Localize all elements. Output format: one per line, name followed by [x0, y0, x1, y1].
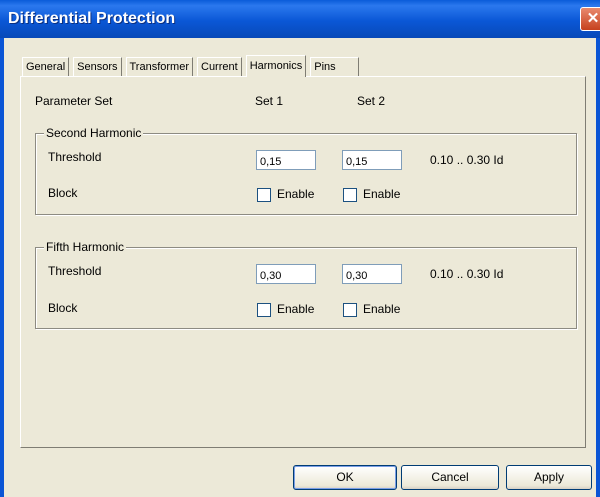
second-harmonic-group: Second Harmonic Threshold 0.10 .. 0.30 I…	[35, 126, 577, 215]
tab-strip: General Sensors Transformer Current Harm…	[22, 54, 363, 77]
tab-transformer[interactable]: Transformer	[125, 57, 193, 76]
fifth-harmonic-threshold-set1[interactable]	[256, 264, 316, 284]
fifth-harmonic-block-set1-checkbox[interactable]	[257, 303, 271, 317]
second-harmonic-legend: Second Harmonic	[44, 126, 144, 140]
second-harmonic-threshold-set2[interactable]	[342, 150, 402, 170]
second-harmonic-threshold-set1[interactable]	[256, 150, 316, 170]
window-border-right	[596, 38, 600, 497]
tab-panel-harmonics: Parameter Set Set 1 Set 2 Second Harmoni…	[20, 76, 586, 448]
fifth-harmonic-block-set2-checkbox[interactable]	[343, 303, 357, 317]
window-title: Differential Protection	[8, 10, 176, 27]
block-label: Block	[48, 301, 78, 315]
set1-header: Set 1	[255, 94, 284, 108]
window-border-left	[0, 38, 4, 497]
fifth-harmonic-range: 0.10 .. 0.30 Id	[430, 267, 504, 281]
threshold-label: Threshold	[48, 264, 102, 278]
enable-label: Enable	[277, 187, 315, 201]
threshold-label: Threshold	[48, 150, 102, 164]
title-bar: Differential Protection ✕	[0, 0, 600, 38]
tab-current[interactable]: Current	[197, 57, 242, 76]
set2-header: Set 2	[357, 94, 386, 108]
enable-label: Enable	[363, 187, 401, 201]
tab-pins[interactable]: Pins	[310, 57, 359, 76]
tab-harmonics[interactable]: Harmonics	[245, 55, 307, 77]
enable-label: Enable	[277, 302, 315, 316]
cancel-button[interactable]: Cancel	[401, 465, 499, 490]
second-harmonic-range: 0.10 .. 0.30 Id	[430, 153, 504, 167]
fifth-harmonic-legend: Fifth Harmonic	[44, 240, 127, 254]
fifth-harmonic-threshold-set2[interactable]	[342, 264, 402, 284]
enable-label: Enable	[363, 302, 401, 316]
parameter-set-label: Parameter Set	[35, 94, 113, 108]
fifth-harmonic-group: Fifth Harmonic Threshold 0.10 .. 0.30 Id…	[35, 240, 577, 329]
close-button[interactable]: ✕	[580, 7, 600, 31]
tab-general[interactable]: General	[22, 57, 70, 76]
block-label: Block	[48, 186, 78, 200]
tab-sensors[interactable]: Sensors	[73, 57, 122, 76]
second-harmonic-block-set2-checkbox[interactable]	[343, 188, 357, 202]
second-harmonic-block-set1-checkbox[interactable]	[257, 188, 271, 202]
apply-button[interactable]: Apply	[506, 465, 592, 490]
ok-button[interactable]: OK	[293, 465, 397, 490]
close-icon: ✕	[586, 10, 600, 27]
